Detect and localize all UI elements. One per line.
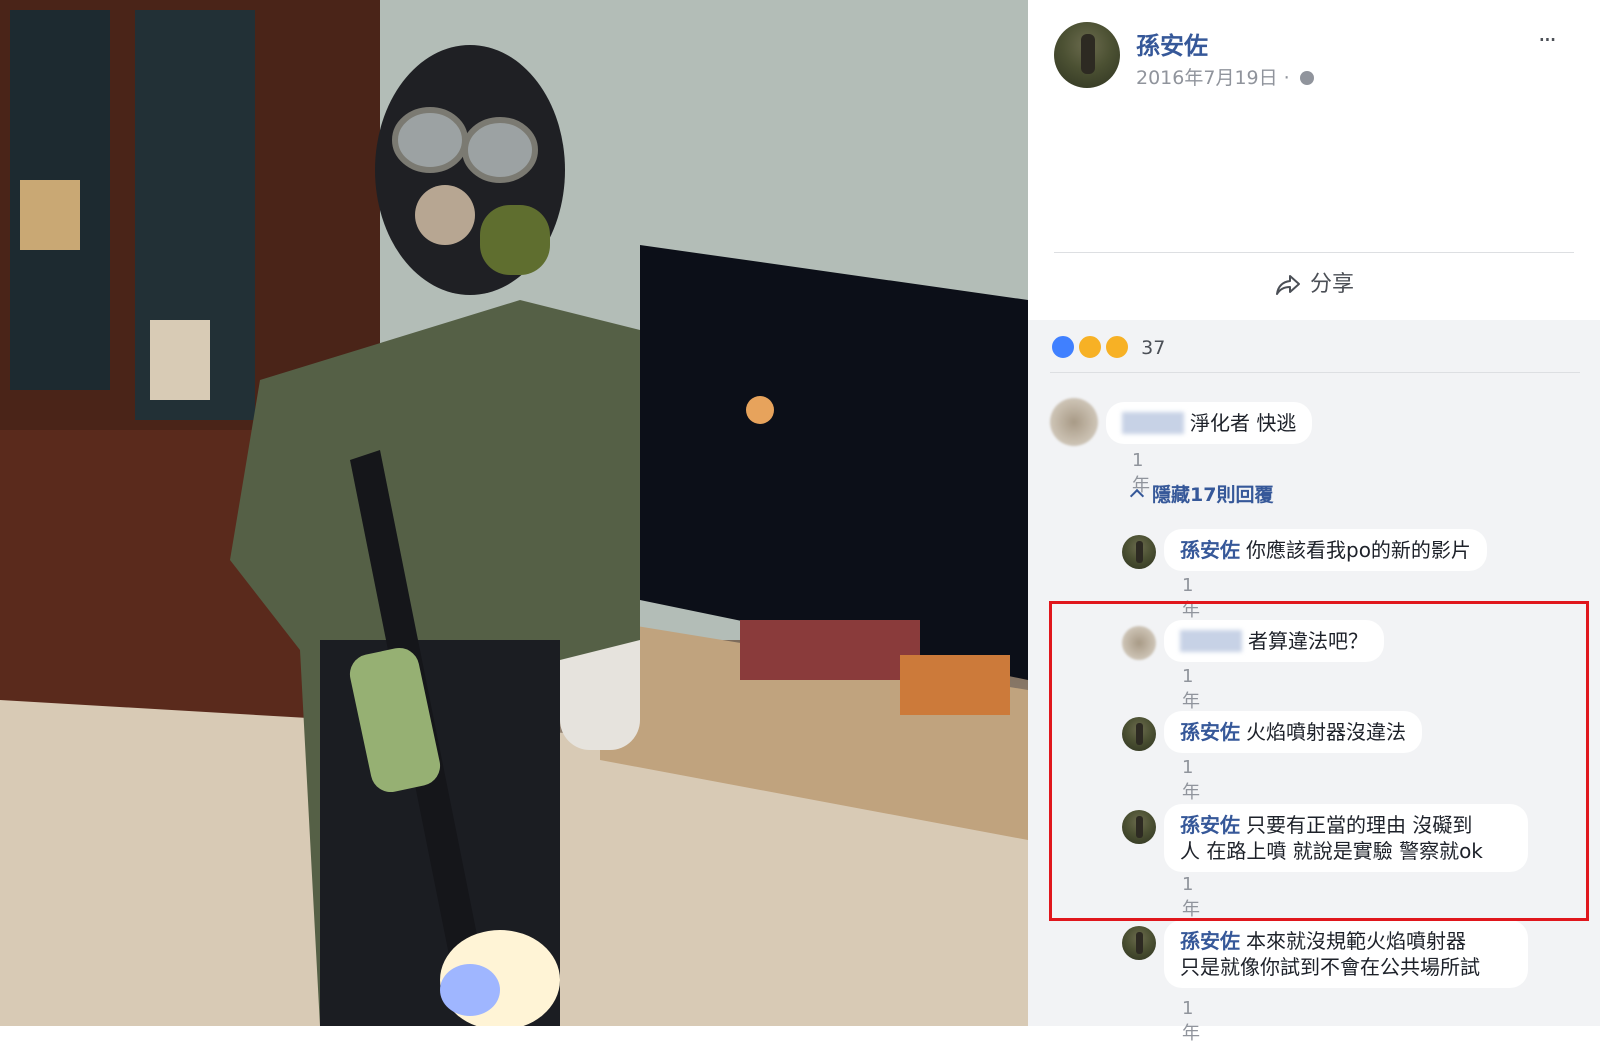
- commenter-avatar[interactable]: [1122, 535, 1156, 569]
- commenter-avatar[interactable]: [1122, 926, 1156, 960]
- photo-illustration: [0, 0, 1028, 1026]
- commenter-name[interactable]: 孫安佐: [1180, 720, 1240, 744]
- comment-time[interactable]: 1年: [1182, 666, 1200, 713]
- commenter-avatar[interactable]: [1050, 398, 1098, 446]
- comment-text: 你應該看我po的新的影片: [1246, 538, 1471, 562]
- comment-text-line2: 人 在路上噴 就說是實驗 警察就ok: [1180, 839, 1483, 863]
- share-icon: [1276, 275, 1300, 295]
- author-name[interactable]: 孫安佐: [1136, 26, 1208, 61]
- comment-text: 淨化者 快逃: [1190, 411, 1297, 435]
- post-meta: 2016年7月19日 ·: [1136, 63, 1314, 90]
- wow-icon: [1104, 334, 1131, 360]
- comment-time[interactable]: 1年: [1182, 575, 1200, 622]
- comment-text: 火焰噴射器沒違法: [1246, 720, 1406, 744]
- commenter-avatar[interactable]: [1122, 626, 1156, 660]
- chevron-up-icon: [1129, 488, 1145, 504]
- comment-text: 者算違法吧？: [1248, 629, 1368, 653]
- comment-bubble: 孫安佐 只要有正當的理由 沒礙到 人 在路上噴 就說是實驗 警察就ok: [1164, 804, 1528, 872]
- meta-separator: ·: [1283, 67, 1290, 89]
- hide-replies-label: 隱藏17則回覆: [1152, 484, 1274, 506]
- post-header: 孫安佐 2016年7月19日 · ··· 分享: [1028, 0, 1600, 320]
- comment-bubble: 者算違法吧？: [1164, 620, 1384, 662]
- comment-time[interactable]: 1年: [1182, 757, 1200, 804]
- comment-time[interactable]: 1年: [1182, 998, 1200, 1045]
- haha-icon: [1077, 334, 1104, 360]
- share-label: 分享: [1310, 272, 1355, 297]
- post-panel: 孫安佐 2016年7月19日 · ··· 分享 37 淨化者 快逃 1年 隱藏1…: [1028, 0, 1600, 1044]
- comment-text-line1: 只要有正當的理由 沒礙到: [1246, 813, 1473, 837]
- post-date[interactable]: 2016年7月19日: [1136, 67, 1278, 89]
- comment-bubble: 孫安佐 你應該看我po的新的影片: [1164, 529, 1487, 571]
- comment-bubble: 淨化者 快逃: [1106, 402, 1313, 444]
- comment-bubble: 孫安佐 火焰噴射器沒違法: [1164, 711, 1422, 753]
- reaction-count: 37: [1141, 337, 1166, 359]
- commenter-avatar[interactable]: [1122, 717, 1156, 751]
- like-icon: [1050, 334, 1076, 360]
- blurred-name: [1122, 412, 1184, 434]
- comments-section: 37 淨化者 快逃 1年 隱藏17則回覆 孫安佐你應該看我po的新的影片 1年: [1028, 320, 1600, 1044]
- comment-bubble: 孫安佐 本來就沒規範火焰噴射器 只是就像你試到不會在公共場所試: [1164, 920, 1528, 988]
- divider: [1054, 252, 1574, 253]
- commenter-name[interactable]: 孫安佐: [1180, 538, 1240, 562]
- share-button[interactable]: 分享: [1274, 266, 1354, 298]
- blurred-name: [1180, 630, 1242, 652]
- commenter-name[interactable]: 孫安佐: [1180, 929, 1240, 953]
- commenter-name[interactable]: 孫安佐: [1180, 813, 1240, 837]
- commenter-avatar[interactable]: [1122, 810, 1156, 844]
- divider: [1050, 372, 1580, 373]
- author-avatar[interactable]: [1054, 22, 1120, 88]
- comment-text-line1: 本來就沒規範火焰噴射器: [1246, 929, 1466, 953]
- more-options-icon[interactable]: ···: [1538, 26, 1557, 54]
- hide-replies-link[interactable]: 隱藏17則回覆: [1129, 480, 1274, 507]
- globe-icon: [1299, 71, 1314, 85]
- post-photo[interactable]: [0, 0, 1028, 1026]
- reactions-bar[interactable]: 37: [1050, 334, 1165, 360]
- comment-time[interactable]: 1年: [1182, 874, 1200, 921]
- comment-text-line2: 只是就像你試到不會在公共場所試: [1180, 955, 1480, 979]
